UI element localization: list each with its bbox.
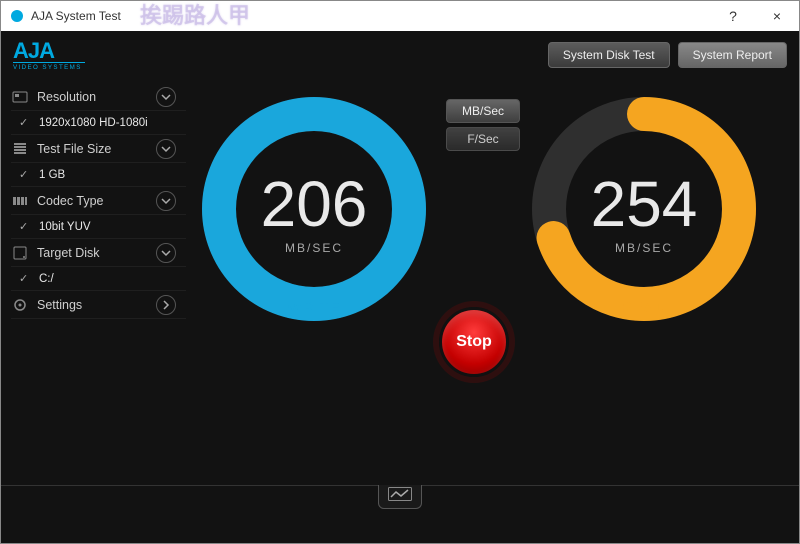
app-body: AJA VIDEO SYSTEMS System Disk Test Syste… — [1, 31, 799, 543]
sidebar-label: Settings — [37, 298, 156, 312]
svg-text:AJA: AJA — [13, 38, 55, 63]
sidebar-label: Test File Size — [37, 142, 156, 156]
write-gauge: 206 MB/SEC WRITE — [194, 89, 434, 329]
chevron-down-icon[interactable] — [156, 139, 176, 159]
check-icon: ✓ — [19, 272, 33, 285]
app-icon — [9, 8, 25, 24]
graph-tab[interactable] — [378, 485, 422, 509]
chevron-right-icon[interactable] — [156, 295, 176, 315]
chevron-down-icon[interactable] — [156, 243, 176, 263]
system-report-button[interactable]: System Report — [678, 42, 787, 68]
check-icon: ✓ — [19, 168, 33, 181]
help-button[interactable]: ? — [711, 1, 755, 31]
close-icon: × — [773, 8, 781, 24]
app-window: AJA System Test 挨踢路人甲 ? × AJA VIDEO SYST… — [0, 0, 800, 544]
logo: AJA VIDEO SYSTEMS — [13, 36, 123, 75]
graph-icon — [388, 487, 412, 506]
watermark: 挨踢路人甲 — [140, 0, 250, 30]
unit-toggle: MB/Sec F/Sec — [446, 99, 520, 151]
footer — [1, 485, 799, 543]
read-label: READ — [524, 299, 764, 316]
header: AJA VIDEO SYSTEMS System Disk Test Syste… — [1, 31, 799, 79]
chevron-down-icon[interactable] — [156, 191, 176, 211]
window-title: AJA System Test — [31, 9, 121, 23]
sidebar-item-codec[interactable]: Codec Type — [11, 187, 186, 215]
sidebar-item-resolution[interactable]: Resolution — [11, 83, 186, 111]
read-unit: MB/SEC — [524, 241, 764, 255]
target-disk-value: ✓C:/ — [11, 267, 186, 291]
gear-icon — [11, 296, 29, 314]
resolution-value: ✓1920x1080 HD-1080i — [11, 111, 186, 135]
check-icon: ✓ — [19, 220, 33, 233]
mbsec-toggle[interactable]: MB/Sec — [446, 99, 520, 123]
sidebar-item-file-size[interactable]: Test File Size — [11, 135, 186, 163]
svg-text:VIDEO SYSTEMS: VIDEO SYSTEMS — [13, 64, 82, 70]
main-area: MB/Sec F/Sec 206 MB/SEC WRITE — [186, 79, 799, 485]
write-label: WRITE — [194, 299, 434, 316]
file-size-value: ✓1 GB — [11, 163, 186, 187]
sidebar-item-settings[interactable]: Settings — [11, 291, 186, 319]
stop-button[interactable]: Stop — [439, 307, 509, 377]
file-size-icon — [11, 140, 29, 158]
chevron-down-icon[interactable] — [156, 87, 176, 107]
read-value: 254 — [524, 167, 764, 241]
check-icon: ✓ — [19, 116, 33, 129]
disk-icon — [11, 244, 29, 262]
read-gauge: 254 MB/SEC READ — [524, 89, 764, 329]
codec-value: ✓10bit YUV — [11, 215, 186, 239]
sidebar-item-target-disk[interactable]: Target Disk — [11, 239, 186, 267]
sidebar-label: Codec Type — [37, 194, 156, 208]
codec-icon — [11, 192, 29, 210]
write-unit: MB/SEC — [194, 241, 434, 255]
body: Resolution ✓1920x1080 HD-1080i Test File… — [1, 79, 799, 485]
sidebar: Resolution ✓1920x1080 HD-1080i Test File… — [1, 79, 186, 485]
system-disk-test-button[interactable]: System Disk Test — [548, 42, 670, 68]
titlebar: AJA System Test 挨踢路人甲 ? × — [1, 1, 799, 31]
fsec-toggle[interactable]: F/Sec — [446, 127, 520, 151]
resolution-icon — [11, 88, 29, 106]
close-button[interactable]: × — [755, 1, 799, 31]
sidebar-label: Target Disk — [37, 246, 156, 260]
write-value: 206 — [194, 167, 434, 241]
sidebar-label: Resolution — [37, 90, 156, 104]
